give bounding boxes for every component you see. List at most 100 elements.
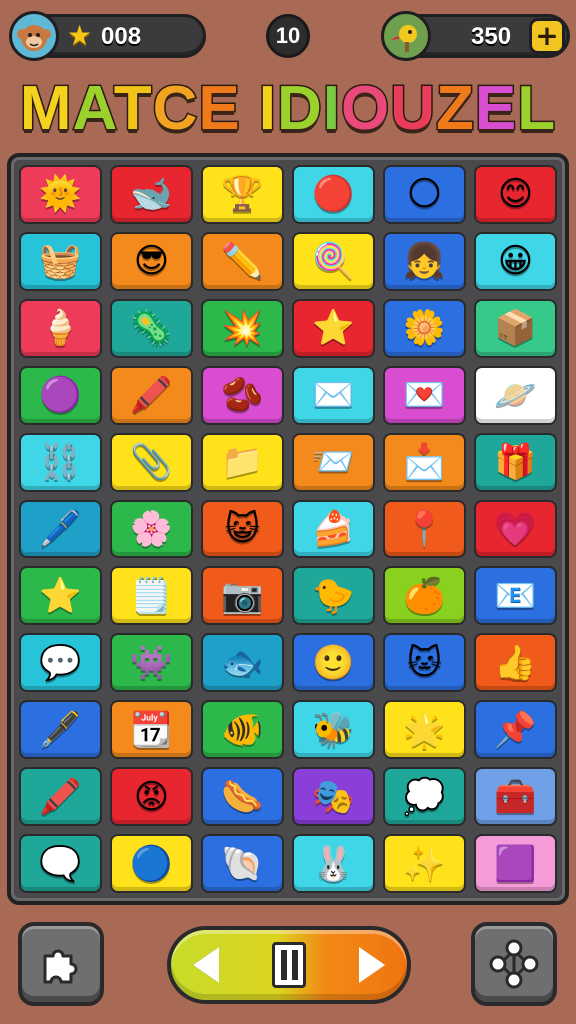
game-tile[interactable]: 🙂 (292, 633, 375, 693)
game-tile[interactable]: ⛓️ (19, 432, 102, 492)
game-tile[interactable]: 😀 (474, 231, 557, 291)
game-tile[interactable]: 📨 (292, 432, 375, 492)
moon-icon: 🌕 (406, 174, 443, 215)
game-tile[interactable]: 🫘 (201, 365, 284, 425)
game-tile[interactable]: 👍 (474, 633, 557, 693)
game-tile[interactable]: 🐠 (201, 700, 284, 760)
yellow-smile-icon: 🙂 (312, 642, 355, 683)
game-tile[interactable]: 🗒️ (110, 566, 193, 626)
lollipop-icon: 🍭 (312, 241, 355, 282)
game-tile[interactable]: 👾 (110, 633, 193, 693)
stars-value: 008 (101, 23, 142, 50)
game-tile[interactable]: 📌 (474, 700, 557, 760)
pink-blob-icon: 🌸 (130, 508, 173, 549)
game-tile[interactable]: 💗 (474, 499, 557, 559)
player-avatar[interactable] (9, 11, 59, 61)
game-tile[interactable]: 🔵 (110, 834, 193, 893)
game-tile[interactable]: 📩 (383, 432, 466, 492)
smiley-face-icon: 😀 (497, 241, 534, 282)
cat-face-icon: 😺 (224, 508, 261, 549)
trophy-icon: 🏆 (221, 174, 264, 215)
cool-face-icon: 😎 (133, 241, 170, 282)
game-tile[interactable]: 🐱 (383, 633, 466, 693)
open-envelope-icon: 📩 (403, 442, 446, 483)
game-tile[interactable]: ✉️ (292, 365, 375, 425)
game-tile[interactable]: 🌸 (110, 499, 193, 559)
flower-face-icon: 🌼 (403, 308, 446, 349)
game-tile[interactable]: ⭐ (19, 566, 102, 626)
yellow-bubble-icon: 💭 (403, 776, 446, 817)
game-tile[interactable]: 💥 (201, 298, 284, 358)
game-tile[interactable]: ✨ (383, 834, 466, 893)
game-tile[interactable]: 📦 (474, 298, 557, 358)
game-tile[interactable]: 🧺 (19, 231, 102, 291)
blue-fish-icon: 🐟 (221, 642, 264, 683)
bean-icon: 🫘 (221, 375, 264, 416)
game-tile[interactable]: 📷 (201, 566, 284, 626)
game-tile[interactable]: 📁 (201, 432, 284, 492)
title-letter: I (321, 73, 341, 145)
game-tile[interactable]: 💌 (383, 365, 466, 425)
red-fish-icon: 🐠 (221, 709, 264, 750)
playback-bar (167, 926, 411, 1004)
game-tile[interactable]: 🐟 (201, 633, 284, 693)
game-tile[interactable]: 🐰 (292, 834, 375, 893)
puzzle-button[interactable] (18, 922, 104, 1006)
game-tile[interactable]: 🧰 (474, 767, 557, 827)
bubble-face-icon: 💗 (494, 508, 537, 549)
title-letter: C (151, 73, 199, 145)
game-tile[interactable]: 🖊️ (19, 499, 102, 559)
game-tile[interactable]: 😎 (110, 231, 193, 291)
game-tile[interactable]: 🐝 (292, 700, 375, 760)
game-tile[interactable]: 🌟 (383, 700, 466, 760)
game-tile[interactable]: 😊 (474, 165, 557, 224)
game-tile[interactable]: 🐋 (110, 165, 193, 224)
previous-button[interactable] (183, 942, 229, 988)
game-tile[interactable]: 🏆 (201, 165, 284, 224)
game-tile[interactable]: 😺 (201, 499, 284, 559)
title-letter: U (389, 73, 437, 145)
game-tile[interactable]: 🦠 (110, 298, 193, 358)
game-tile[interactable]: 🌕 (383, 165, 466, 224)
smiley-sun-icon: 😊 (497, 174, 534, 215)
game-tile[interactable]: 🔴 (292, 165, 375, 224)
game-tile[interactable]: 🌭 (201, 767, 284, 827)
game-tile[interactable]: 🌞 (19, 165, 102, 224)
notepad-icon: 🗒️ (130, 575, 173, 616)
game-tile[interactable]: 💭 (383, 767, 466, 827)
marker-icon: 🖍️ (39, 776, 82, 817)
game-tile[interactable]: 🐤 (292, 566, 375, 626)
game-tile[interactable]: 🖍️ (110, 365, 193, 425)
game-tile[interactable]: 📍 (383, 499, 466, 559)
red-splat-icon: 💥 (221, 308, 264, 349)
game-tile[interactable]: ✏️ (201, 231, 284, 291)
next-button[interactable] (349, 942, 395, 988)
add-coins-button[interactable]: + (529, 18, 565, 54)
box-icon: 📦 (494, 308, 537, 349)
game-tile[interactable]: 💬 (19, 633, 102, 693)
game-tile[interactable]: 📎 (110, 432, 193, 492)
game-tile[interactable]: 🖍️ (19, 767, 102, 827)
game-tile[interactable]: 🖋️ (19, 700, 102, 760)
game-tile[interactable]: 🍊 (383, 566, 466, 626)
game-tile[interactable]: ⭐ (292, 298, 375, 358)
game-tile[interactable]: 📆 (110, 700, 193, 760)
game-tile[interactable]: 🟣 (19, 365, 102, 425)
game-tile[interactable]: 🪐 (474, 365, 557, 425)
pause-button[interactable] (271, 942, 307, 988)
game-tile[interactable]: 👧 (383, 231, 466, 291)
game-tile[interactable]: 🗨️ (19, 834, 102, 893)
game-tile[interactable]: 🎁 (474, 432, 557, 492)
game-tile[interactable]: 📧 (474, 566, 557, 626)
game-tile[interactable]: 🟪 (474, 834, 557, 893)
game-tile[interactable]: 🍭 (292, 231, 375, 291)
game-tile[interactable]: 🍦 (19, 298, 102, 358)
game-tile[interactable]: 🎭 (292, 767, 375, 827)
mask-icon: 🎭 (312, 776, 355, 817)
game-tile[interactable]: 😡 (110, 767, 193, 827)
game-tile[interactable]: 🐚 (201, 834, 284, 893)
folder-icon: 📁 (221, 442, 264, 483)
game-tile[interactable]: 🍰 (292, 499, 375, 559)
game-tile[interactable]: 🌼 (383, 298, 466, 358)
network-button[interactable] (471, 922, 557, 1006)
